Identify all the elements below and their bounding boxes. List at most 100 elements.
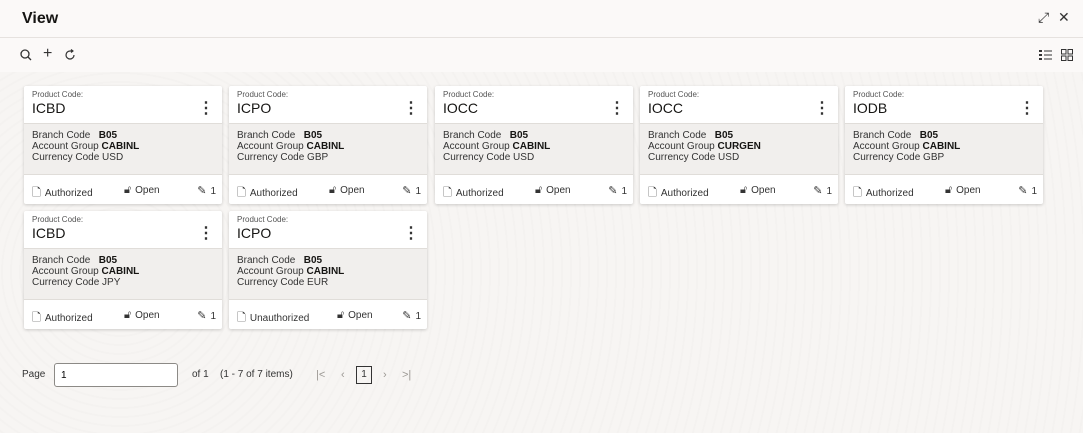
currency-code-label: Currency Code	[237, 152, 305, 163]
add-icon[interactable]: +	[43, 45, 52, 63]
account-group-label: Account Group	[648, 141, 715, 152]
product-card[interactable]: Product Code: ICBD ⋮ Branch Code B05 Acc…	[24, 211, 222, 329]
last-page-icon[interactable]: >|	[402, 369, 411, 381]
lock-status: 🔓︎ Open	[945, 184, 981, 197]
currency-code-label: Currency Code	[443, 152, 511, 163]
version-label: 1	[826, 186, 832, 197]
page-number-input[interactable]	[54, 363, 178, 387]
unlock-icon: 🔓︎	[945, 184, 953, 196]
account-group-value: CURGEN	[717, 141, 761, 152]
account-group-label: Account Group	[237, 266, 304, 277]
previous-page-icon[interactable]: ‹	[341, 369, 345, 381]
auth-status: 🗋 Authorized	[237, 184, 298, 203]
product-card[interactable]: Product Code: ICPO ⋮ Branch Code B05 Acc…	[229, 86, 427, 204]
account-group-label: Account Group	[237, 141, 304, 152]
auth-status-label: Authorized	[44, 313, 93, 324]
branch-code-label: Branch Code	[237, 255, 296, 266]
more-options-icon[interactable]: ⋮	[609, 98, 625, 118]
card-header: Product Code: ICPO ⋮	[229, 211, 427, 248]
product-card[interactable]: Product Code: IODB ⋮ Branch Code B05 Acc…	[845, 86, 1043, 204]
auth-status-label: Authorized	[455, 188, 504, 199]
search-icon[interactable]	[20, 48, 32, 66]
currency-code-value: USD	[102, 152, 124, 163]
auth-status-label: Authorized	[249, 188, 298, 199]
product-card[interactable]: Product Code: IOCC ⋮ Branch Code B05 Acc…	[640, 86, 838, 204]
branch-code-value: B05	[303, 255, 323, 266]
page-count-label: of 1	[192, 369, 209, 380]
card-footer: 🗋 Authorized 🔓︎ Open ✎ 1	[24, 175, 222, 204]
more-options-icon[interactable]: ⋮	[198, 223, 214, 243]
document-icon: 🗋	[237, 187, 246, 199]
card-details: Branch Code B05 Account Group CABINL Cur…	[229, 248, 427, 300]
edit-icon: ✎	[197, 310, 207, 322]
product-code-value: IOCC	[648, 100, 683, 116]
version: ✎ 1	[1018, 184, 1037, 197]
close-icon[interactable]: ✕	[1058, 9, 1070, 26]
auth-status: 🗋 Authorized	[853, 184, 914, 203]
card-header: Product Code: ICBD ⋮	[24, 211, 222, 248]
unlock-icon: 🔓︎	[124, 309, 132, 321]
card-header: Product Code: ICBD ⋮	[24, 86, 222, 123]
refresh-icon[interactable]	[64, 48, 76, 66]
account-group-label: Account Group	[443, 141, 510, 152]
product-code-label: Product Code:	[237, 90, 289, 99]
version-label: 1	[415, 186, 421, 197]
card-header: Product Code: IODB ⋮	[845, 86, 1043, 123]
branch-code-value: B05	[98, 130, 118, 141]
lock-status: 🔓︎ Open	[124, 309, 160, 322]
edit-icon: ✎	[402, 310, 412, 322]
first-page-icon[interactable]: |<	[316, 369, 325, 381]
branch-code-label: Branch Code	[32, 130, 91, 141]
version-label: 1	[415, 311, 421, 322]
card-header: Product Code: IOCC ⋮	[435, 86, 633, 123]
unlock-icon: 🔓︎	[535, 184, 543, 196]
product-code-value: ICBD	[32, 100, 66, 116]
window-title: View	[22, 10, 59, 27]
branch-code-value: B05	[919, 130, 939, 141]
product-code-label: Product Code:	[32, 90, 84, 99]
auth-status-label: Authorized	[660, 188, 709, 199]
edit-icon: ✎	[197, 185, 207, 197]
product-card[interactable]: Product Code: ICBD ⋮ Branch Code B05 Acc…	[24, 86, 222, 204]
currency-code-label: Currency Code	[32, 277, 100, 288]
branch-code-value: B05	[714, 130, 734, 141]
current-page-button[interactable]: 1	[356, 366, 372, 384]
list-view-icon[interactable]	[1039, 48, 1052, 66]
product-code-label: Product Code:	[648, 90, 700, 99]
product-code-label: Product Code:	[32, 215, 84, 224]
auth-status: 🗋 Authorized	[443, 184, 504, 203]
grid-view-icon[interactable]	[1061, 48, 1073, 66]
more-options-icon[interactable]: ⋮	[1019, 98, 1035, 118]
more-options-icon[interactable]: ⋮	[814, 98, 830, 118]
more-options-icon[interactable]: ⋮	[198, 98, 214, 118]
card-details: Branch Code B05 Account Group CABINL Cur…	[24, 248, 222, 300]
items-count-label: (1 - 7 of 7 items)	[220, 369, 293, 380]
auth-status-label: Authorized	[44, 188, 93, 199]
currency-code-label: Currency Code	[32, 152, 100, 163]
card-header: Product Code: IOCC ⋮	[640, 86, 838, 123]
card-details: Branch Code B05 Account Group CABINL Cur…	[435, 123, 633, 175]
version: ✎ 1	[197, 309, 216, 322]
edit-icon: ✎	[813, 185, 823, 197]
account-group-label: Account Group	[853, 141, 920, 152]
branch-code-label: Branch Code	[443, 130, 502, 141]
card-details: Branch Code B05 Account Group CABINL Cur…	[229, 123, 427, 175]
product-card[interactable]: Product Code: IOCC ⋮ Branch Code B05 Acc…	[435, 86, 633, 204]
next-page-icon[interactable]: ›	[383, 369, 387, 381]
card-details: Branch Code B05 Account Group CURGEN Cur…	[640, 123, 838, 175]
product-code-value: ICBD	[32, 225, 66, 241]
expand-icon[interactable]: ⤢	[1038, 9, 1049, 26]
card-details: Branch Code B05 Account Group CABINL Cur…	[845, 123, 1043, 175]
card-footer: 🗋 Authorized 🔓︎ Open ✎ 1	[845, 175, 1043, 204]
card-footer: 🗋 Authorized 🔓︎ Open ✎ 1	[24, 300, 222, 329]
account-group-value: CABINL	[306, 141, 345, 152]
more-options-icon[interactable]: ⋮	[403, 223, 419, 243]
more-options-icon[interactable]: ⋮	[403, 98, 419, 118]
product-card[interactable]: Product Code: ICPO ⋮ Branch Code B05 Acc…	[229, 211, 427, 329]
title-bar: View ⤢ ✕	[0, 0, 1083, 38]
product-code-label: Product Code:	[237, 215, 289, 224]
product-code-value: IOCC	[443, 100, 478, 116]
card-header: Product Code: ICPO ⋮	[229, 86, 427, 123]
version: ✎ 1	[197, 184, 216, 197]
version-label: 1	[621, 186, 627, 197]
